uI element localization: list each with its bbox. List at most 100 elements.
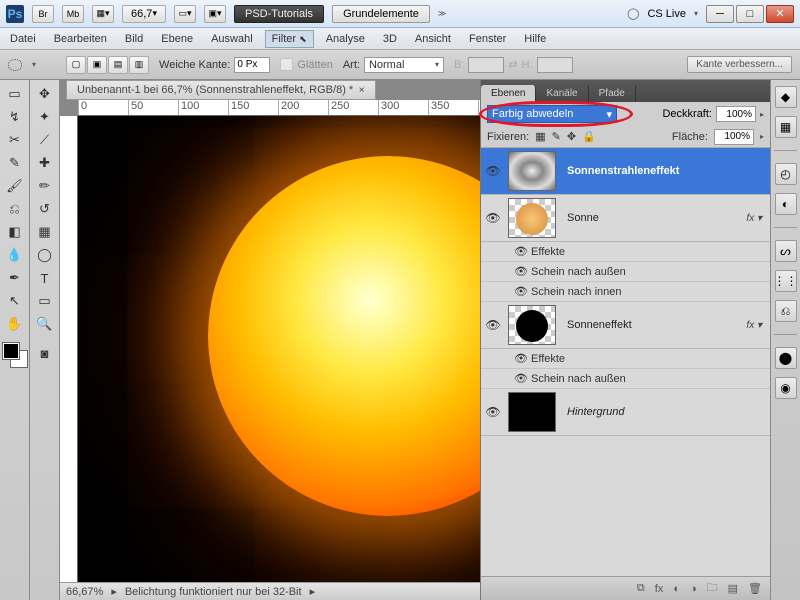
zoom-level[interactable]: 66,7 ▾ [122,5,166,23]
view-extras-button[interactable]: ▭▾ [174,5,196,23]
workspace-tab-psd[interactable]: PSD-Tutorials [234,5,324,23]
feather-input[interactable] [234,57,270,73]
wand-tool[interactable]: ✦ [34,107,56,127]
marquee-icon[interactable] [8,59,22,71]
layer-name[interactable]: Sonne [559,212,746,224]
lock-paint-icon[interactable]: ✎ [552,130,561,143]
menu-bearbeiten[interactable]: Bearbeiten [54,33,107,45]
dodge-tool[interactable]: ◯ [34,245,56,265]
pencil-tool[interactable]: ✏ [34,176,56,196]
trash-icon[interactable]: 🗑 [748,582,762,595]
dock-color-icon[interactable]: ◆ [775,86,797,108]
fx-icon[interactable]: fx [655,583,664,595]
layer-thumb[interactable] [508,198,556,238]
adjust-icon[interactable]: ◑ [690,583,697,595]
path-tool[interactable]: ↖ [4,291,26,311]
cslive-label[interactable]: CS Live [647,8,686,20]
dock-adjust-icon[interactable]: ◴ [775,163,797,185]
sel-sub-icon[interactable]: ▤ [108,56,128,74]
folder-icon[interactable]: 🗀 [707,579,718,598]
visibility-icon[interactable]: 👁 [481,164,505,178]
fill-input[interactable] [714,129,754,145]
eraser-tool[interactable]: ◧ [4,222,26,242]
bridge-button[interactable]: Br [32,5,54,23]
pen-tool[interactable]: ✒ [4,268,26,288]
link-icon[interactable]: ⧉ [637,582,645,595]
menu-ansicht[interactable]: Ansicht [415,33,451,45]
menu-filter[interactable]: Filter ⬉ [265,30,314,48]
document-tab[interactable]: Unbenannt-1 bei 66,7% (Sonnenstrahleneff… [66,80,376,100]
dock-styles-icon[interactable]: ⬤ [775,347,797,369]
color-swatch[interactable] [3,343,27,367]
tab-kanaele[interactable]: Kanäle [536,85,588,102]
layer-row[interactable]: 👁 Sonneneffekt fx ▾ [481,302,770,349]
move-tool[interactable]: ✥ [34,84,56,104]
status-zoom[interactable]: 66,67% [66,586,103,598]
zoom-tool[interactable]: 🔍 [34,314,56,334]
gradient-tool[interactable]: ▦ [34,222,56,242]
layer-row[interactable]: 👁 Sonne fx ▾ [481,195,770,242]
blur-tool[interactable]: 💧 [4,245,26,265]
dock-presets-icon[interactable]: ⋮⋮ [775,270,797,292]
style-select[interactable]: Normal▾ [364,57,444,73]
shape-tool[interactable]: ▭ [34,291,56,311]
brush-tool[interactable]: 🖌 [4,176,26,196]
opacity-input[interactable] [716,106,756,122]
lasso-tool[interactable]: ↯ [4,107,26,127]
layer-name[interactable]: Hintergrund [559,406,770,418]
workspace-tab-grund[interactable]: Grundelemente [332,5,430,23]
screen-mode-button[interactable]: ▣▾ [204,5,226,23]
quickmask-tool[interactable]: ◙ [34,343,56,363]
dock-clone-icon[interactable]: ⎌ [775,300,797,322]
effect-outer-glow[interactable]: 👁Schein nach außen [481,369,770,389]
canvas[interactable] [78,116,480,582]
visibility-icon[interactable]: 👁 [481,405,505,419]
refine-edge-button[interactable]: Kante verbessern... [687,56,792,73]
menu-datei[interactable]: Datei [10,33,36,45]
slice-tool[interactable]: ⟋ [34,130,56,150]
marquee-tool[interactable]: ▭ [4,84,26,104]
lock-trans-icon[interactable]: ▦ [535,130,545,143]
menu-3d[interactable]: 3D [383,33,397,45]
tab-pfade[interactable]: Pfade [589,85,636,102]
menu-auswahl[interactable]: Auswahl [211,33,253,45]
eyedropper-tool[interactable]: ✎ [4,153,26,173]
layer-thumb[interactable] [508,305,556,345]
effect-inner-glow[interactable]: 👁Schein nach innen [481,282,770,302]
fx-badge[interactable]: fx ▾ [746,320,770,331]
lock-pos-icon[interactable]: ✥ [567,130,576,143]
sel-int-icon[interactable]: ▥ [129,56,149,74]
layer-row[interactable]: 👁 Sonnenstrahleneffekt [481,148,770,195]
tab-ebenen[interactable]: Ebenen [481,85,536,102]
effects-row[interactable]: 👁Effekte [481,349,770,369]
stamp-tool[interactable]: ⎌ [4,199,26,219]
effects-row[interactable]: 👁Effekte [481,242,770,262]
layer-name[interactable]: Sonnenstrahleneffekt [559,165,770,177]
dock-swatches-icon[interactable]: ▦ [775,116,797,138]
dock-styles2-icon[interactable]: ◉ [775,377,797,399]
layout-button[interactable]: ▦▾ [92,5,114,23]
menu-fenster[interactable]: Fenster [469,33,506,45]
layer-thumb[interactable] [508,392,556,432]
layer-thumb[interactable] [508,151,556,191]
dock-masks-icon[interactable]: ◐ [775,193,797,215]
minibridge-button[interactable]: Mb [62,5,84,23]
sel-new-icon[interactable]: ▢ [66,56,86,74]
close-button[interactable]: ✕ [766,5,794,23]
menu-ebene[interactable]: Ebene [161,33,193,45]
new-layer-icon[interactable]: ▤ [728,582,738,595]
fx-badge[interactable]: fx ▾ [746,213,770,224]
lock-all-icon[interactable]: 🔒 [582,130,596,143]
visibility-icon[interactable]: 👁 [481,211,505,225]
layer-row[interactable]: 👁 Hintergrund [481,389,770,436]
sel-add-icon[interactable]: ▣ [87,56,107,74]
visibility-icon[interactable]: 👁 [481,318,505,332]
heal-tool[interactable]: ✚ [34,153,56,173]
hand-tool[interactable]: ✋ [4,314,26,334]
history-brush-tool[interactable]: ↺ [34,199,56,219]
menu-hilfe[interactable]: Hilfe [524,33,546,45]
minimize-button[interactable]: ─ [706,5,734,23]
maximize-button[interactable]: □ [736,5,764,23]
mask-icon[interactable]: ◐ [673,583,680,595]
dock-brush-icon[interactable]: ᔕ [775,240,797,262]
